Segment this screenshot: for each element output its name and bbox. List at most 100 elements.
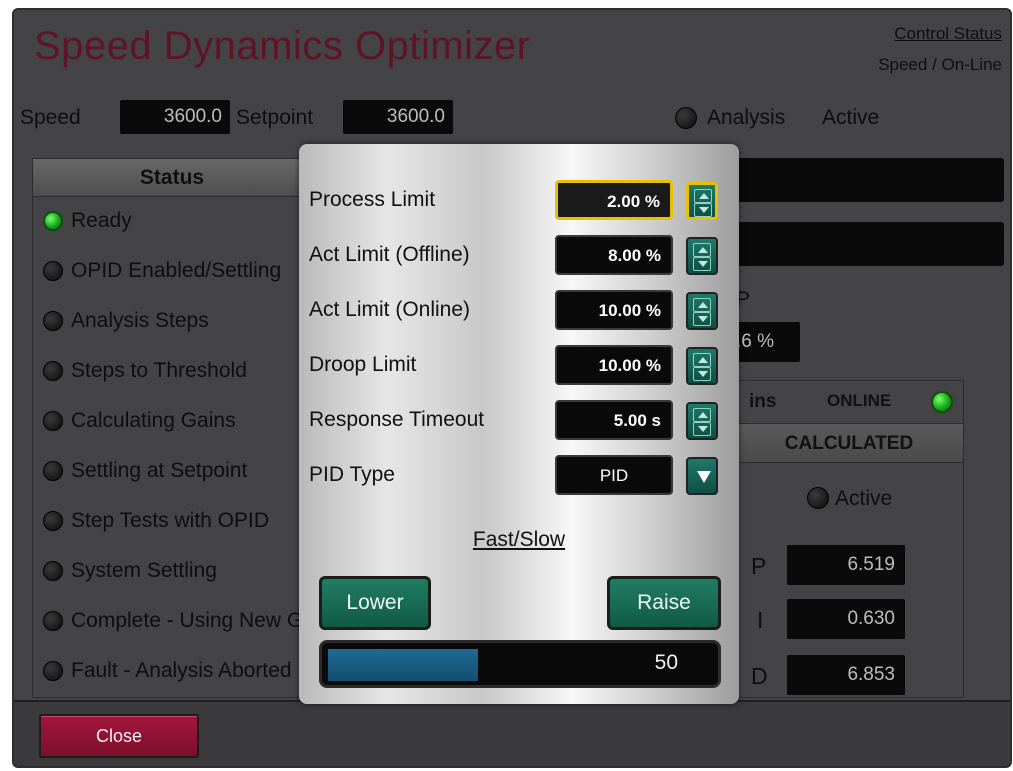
online-label: ONLINE <box>827 391 892 410</box>
status-item-ready: Ready <box>43 209 132 233</box>
status-item-label: Calculating Gains <box>71 409 236 432</box>
droop-limit-input[interactable]: 10.00 % <box>555 345 673 385</box>
act-limit-offline-row: Act Limit (Offline) 8.00 % <box>299 235 739 279</box>
gains-panel: ins ONLINE CALCULATED Active P 6.519 I 0… <box>734 380 964 698</box>
control-status-value: Speed / On-Line <box>878 55 1002 74</box>
info-bar-1 <box>714 158 1004 202</box>
fast-slow-link[interactable]: Fast/Slow <box>299 528 739 552</box>
spin-up-icon[interactable] <box>693 353 711 367</box>
status-item-step-tests: Step Tests with OPID <box>43 509 269 533</box>
spin-up-icon[interactable] <box>693 408 711 422</box>
lower-button[interactable]: Lower <box>319 576 431 630</box>
droop-limit-row: Droop Limit 10.00 % <box>299 345 739 389</box>
fast-slow-slider[interactable]: 50 <box>319 640 721 688</box>
status-item-calculating-gains: Calculating Gains <box>43 409 236 433</box>
spin-up-icon[interactable] <box>693 243 711 257</box>
active-indicator-icon <box>807 487 829 509</box>
i-gain-value: 0.630 <box>787 599 905 639</box>
process-limit-row: Process Limit 2.00 % <box>299 180 739 224</box>
status-item-analysis-steps: Analysis Steps <box>43 309 209 333</box>
p-gain-label: P <box>751 553 767 579</box>
status-led-off-icon <box>43 361 63 382</box>
main-window: Speed Dynamics Optimizer Control Status … <box>12 8 1012 768</box>
spin-down-icon[interactable] <box>693 367 711 381</box>
spin-down-icon[interactable] <box>693 312 711 326</box>
speed-label: Speed <box>20 106 81 129</box>
status-item-label: Steps to Threshold <box>71 359 247 382</box>
act-limit-offline-input[interactable]: 8.00 % <box>555 235 673 275</box>
spin-up-icon[interactable] <box>693 298 711 312</box>
status-led-off-icon <box>43 611 63 632</box>
status-item-opid-enabled: OPID Enabled/Settling <box>43 259 281 283</box>
droop-limit-label: Droop Limit <box>309 353 417 376</box>
p-gain-value: 6.519 <box>787 545 905 585</box>
act-limit-online-row: Act Limit (Online) 10.00 % <box>299 290 739 334</box>
status-item-label: Step Tests with OPID <box>71 509 270 532</box>
analysis-label: Analysis <box>707 106 786 129</box>
process-limit-input[interactable]: 2.00 % <box>555 180 673 220</box>
status-item-label: Fault - Analysis Aborted <box>71 659 292 682</box>
process-limit-label: Process Limit <box>309 188 436 211</box>
status-item-complete: Complete - Using New Gains <box>43 609 342 633</box>
spin-down-icon[interactable] <box>694 203 712 217</box>
status-led-off-icon <box>43 311 63 332</box>
gains-label: ins <box>749 391 777 412</box>
setpoint-label: Setpoint <box>236 106 314 129</box>
info-bar-2 <box>714 222 1004 266</box>
settings-popup: Process Limit 2.00 % Act Limit (Offline)… <box>299 144 739 704</box>
status-led-off-icon <box>43 261 63 282</box>
analysis-state: Active <box>822 106 880 129</box>
status-item-system-settling: System Settling <box>43 559 217 583</box>
pid-type-row: PID Type PID <box>299 455 739 499</box>
d-gain-value: 6.853 <box>787 655 905 695</box>
control-status-link[interactable]: Control Status <box>894 24 1002 44</box>
act-limit-online-input[interactable]: 10.00 % <box>555 290 673 330</box>
response-timeout-input[interactable]: 5.00 s <box>555 400 673 440</box>
spin-up-icon[interactable] <box>694 189 712 203</box>
response-timeout-row: Response Timeout 5.00 s <box>299 400 739 444</box>
online-indicator-icon <box>931 391 953 413</box>
status-led-off-icon <box>43 561 63 582</box>
act-limit-offline-spinner[interactable] <box>686 237 718 275</box>
speed-value: 3600.0 <box>120 100 230 134</box>
slider-value: 50 <box>654 651 678 674</box>
status-item-label: Settling at Setpoint <box>71 459 248 482</box>
status-item-label: OPID Enabled/Settling <box>71 259 282 282</box>
calculated-header: CALCULATED <box>735 423 963 463</box>
setpoint-value: 3600.0 <box>343 100 453 134</box>
spin-down-icon[interactable] <box>693 422 711 436</box>
chevron-down-icon[interactable] <box>686 457 718 495</box>
response-timeout-spinner[interactable] <box>686 402 718 440</box>
pid-type-label: PID Type <box>309 463 395 486</box>
status-panel: Status Ready OPID Enabled/Settling Analy… <box>32 158 342 698</box>
pid-type-select[interactable]: PID <box>555 455 673 495</box>
status-led-on-icon <box>43 211 63 232</box>
act-limit-offline-label: Act Limit (Offline) <box>309 243 470 266</box>
d-gain-label: D <box>751 663 768 689</box>
bottom-bar: Close <box>14 700 1010 766</box>
droop-limit-spinner[interactable] <box>686 347 718 385</box>
status-item-settling-at-setpoint: Settling at Setpoint <box>43 459 247 483</box>
status-led-off-icon <box>43 661 63 682</box>
status-header: Status <box>33 159 311 197</box>
spin-down-icon[interactable] <box>693 257 711 271</box>
status-item-label: Analysis Steps <box>71 309 209 332</box>
status-item-label: Ready <box>71 209 132 232</box>
i-gain-label: I <box>757 607 764 633</box>
process-limit-spinner[interactable] <box>686 182 718 220</box>
act-limit-online-label: Act Limit (Online) <box>309 298 471 321</box>
page-title: Speed Dynamics Optimizer <box>34 24 531 68</box>
raise-button[interactable]: Raise <box>607 576 721 630</box>
status-item-label: System Settling <box>71 559 217 582</box>
close-button[interactable]: Close <box>39 714 199 758</box>
status-led-off-icon <box>43 461 63 482</box>
slider-fill <box>328 649 478 681</box>
active-label: Active <box>835 487 893 510</box>
analysis-indicator-icon <box>675 107 697 129</box>
status-item-steps-to-threshold: Steps to Threshold <box>43 359 247 383</box>
status-item-fault: Fault - Analysis Aborted <box>43 659 292 683</box>
status-led-off-icon <box>43 511 63 532</box>
response-timeout-label: Response Timeout <box>309 408 485 431</box>
act-limit-online-spinner[interactable] <box>686 292 718 330</box>
status-led-off-icon <box>43 411 63 432</box>
